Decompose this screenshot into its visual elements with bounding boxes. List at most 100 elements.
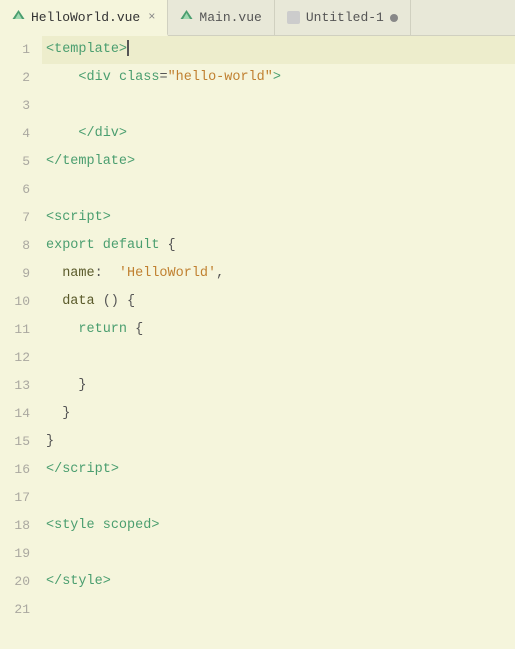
- token-keyword-default: default: [103, 238, 160, 253]
- token-tag-name: div: [95, 126, 119, 141]
- code-line: <div class="hello-world">: [42, 64, 515, 92]
- code-line: </div>: [42, 120, 515, 148]
- line-number: 3: [0, 92, 42, 120]
- tab-untitled[interactable]: Untitled-1: [275, 0, 411, 35]
- token-tag-bracket: >: [127, 154, 135, 169]
- token-tag-bracket: <: [46, 42, 54, 57]
- tab-helloworld[interactable]: HelloWorld.vue ×: [0, 0, 168, 36]
- token-keyword-export: export: [46, 238, 95, 253]
- token-key-name: data: [62, 294, 94, 309]
- code-line: [42, 92, 515, 120]
- line-number: 9: [0, 260, 42, 288]
- line-numbers: 123456789101112131415161718192021: [0, 36, 42, 649]
- code-line: <template>: [42, 36, 515, 64]
- line-number: 13: [0, 372, 42, 400]
- token-tag-name: style: [62, 574, 103, 589]
- line-number: 4: [0, 120, 42, 148]
- token-tag-name: template: [62, 154, 127, 169]
- code-line: [42, 176, 515, 204]
- token-plain: ,: [216, 266, 224, 281]
- token-tag-bracket: </: [78, 126, 94, 141]
- tab-close-button[interactable]: ×: [148, 10, 155, 24]
- tab-label: Main.vue: [199, 10, 261, 25]
- token-tag-bracket: >: [119, 126, 127, 141]
- code-line: export default {: [42, 232, 515, 260]
- token-tag-bracket: >: [111, 462, 119, 477]
- code-line: </style>: [42, 568, 515, 596]
- line-number: 10: [0, 288, 42, 316]
- token-punctuation: =: [159, 70, 167, 85]
- token-tag-bracket: >: [103, 574, 111, 589]
- token-tag-bracket: </: [46, 574, 62, 589]
- code-line: [42, 596, 515, 624]
- tab-label: HelloWorld.vue: [31, 10, 140, 25]
- token-tag-bracket: <: [46, 210, 54, 225]
- editor-area: 123456789101112131415161718192021 <templ…: [0, 36, 515, 649]
- token-tag-bracket: >: [103, 210, 111, 225]
- tab-bar: HelloWorld.vue × Main.vue Untitled-1: [0, 0, 515, 36]
- token-plain: }: [46, 378, 87, 393]
- tab-main[interactable]: Main.vue: [168, 0, 274, 35]
- line-number: 14: [0, 400, 42, 428]
- code-line: return {: [42, 316, 515, 344]
- code-line: name: 'HelloWorld',: [42, 260, 515, 288]
- token-attr-name: scoped: [103, 518, 152, 533]
- code-line: [42, 344, 515, 372]
- token-plain: }: [46, 434, 54, 449]
- token-tag-bracket: </: [46, 462, 62, 477]
- token-tag-bracket: >: [119, 42, 127, 57]
- token-plain: {: [127, 322, 143, 337]
- editor-window: HelloWorld.vue×Main.vueUntitled-1 123456…: [0, 0, 515, 649]
- line-number: 16: [0, 456, 42, 484]
- tab-modified-indicator: [390, 14, 398, 22]
- token-keyword-return: return: [78, 322, 127, 337]
- code-line: <script>: [42, 204, 515, 232]
- token-plain: {: [159, 238, 175, 253]
- token-plain: [46, 322, 78, 337]
- code-line: </script>: [42, 456, 515, 484]
- token-plain: [111, 70, 119, 85]
- token-tag-name: script: [62, 462, 111, 477]
- token-plain: :: [95, 266, 119, 281]
- text-cursor: [127, 40, 129, 56]
- line-number: 20: [0, 568, 42, 596]
- token-tag-name: div: [87, 70, 111, 85]
- line-number: 19: [0, 540, 42, 568]
- token-plain: [95, 238, 103, 253]
- line-number: 11: [0, 316, 42, 344]
- token-attr-name: class: [119, 70, 160, 85]
- token-tag-bracket: >: [273, 70, 281, 85]
- code-line: }: [42, 428, 515, 456]
- untitled-icon: [287, 11, 300, 24]
- line-number: 2: [0, 64, 42, 92]
- token-tag-name: script: [54, 210, 103, 225]
- line-number: 15: [0, 428, 42, 456]
- token-plain: [46, 70, 78, 85]
- code-line: </template>: [42, 148, 515, 176]
- line-number: 6: [0, 176, 42, 204]
- line-number: 18: [0, 512, 42, 540]
- line-number: 12: [0, 344, 42, 372]
- line-number: 1: [0, 36, 42, 64]
- token-string-value: 'HelloWorld': [119, 266, 216, 281]
- token-tag-bracket: <: [46, 518, 54, 533]
- line-number: 7: [0, 204, 42, 232]
- code-line: <style scoped>: [42, 512, 515, 540]
- code-line: [42, 484, 515, 512]
- token-key-name: name: [62, 266, 94, 281]
- token-tag-bracket: </: [46, 154, 62, 169]
- token-plain: [95, 518, 103, 533]
- token-plain: () {: [95, 294, 136, 309]
- line-number: 8: [0, 232, 42, 260]
- line-number: 17: [0, 484, 42, 512]
- code-content[interactable]: <template> <div class="hello-world"> </d…: [42, 36, 515, 649]
- code-line: }: [42, 400, 515, 428]
- code-line: [42, 540, 515, 568]
- tab-label: Untitled-1: [306, 10, 384, 25]
- code-line: }: [42, 372, 515, 400]
- token-tag-name: style: [54, 518, 95, 533]
- line-number: 21: [0, 596, 42, 624]
- token-plain: [46, 266, 62, 281]
- token-tag-bracket: >: [151, 518, 159, 533]
- token-tag-bracket: <: [78, 70, 86, 85]
